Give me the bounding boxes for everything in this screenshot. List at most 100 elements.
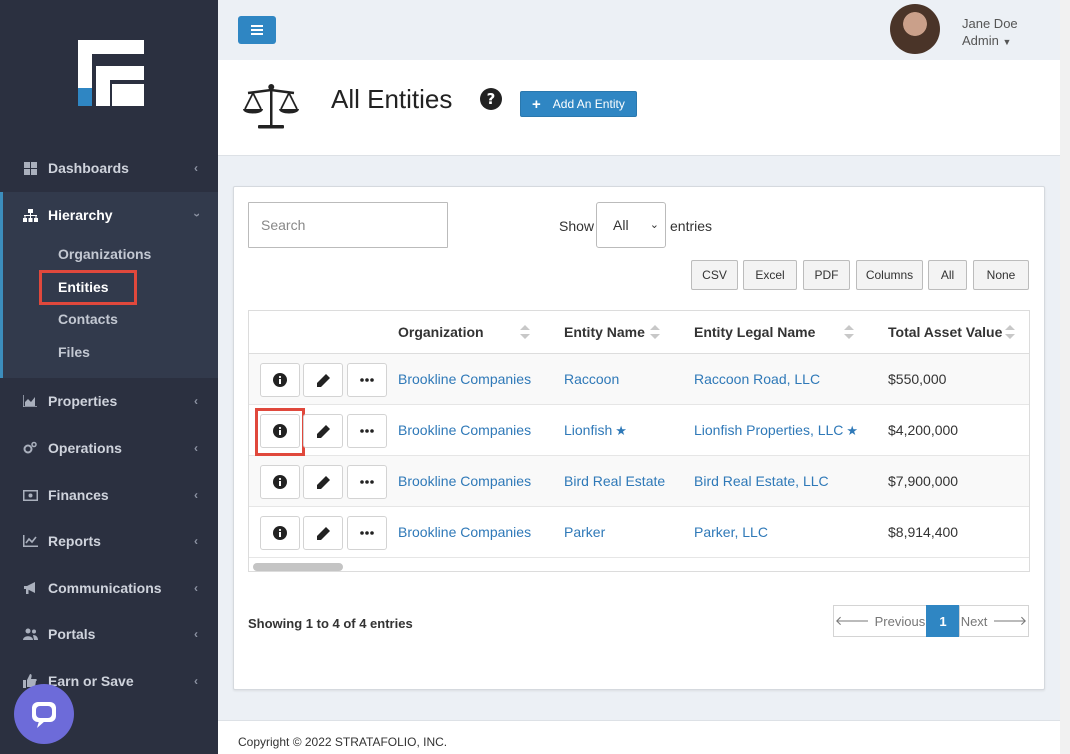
table-row: Brookline Companies Parker Parker, LLC $… xyxy=(249,507,1029,558)
page-length-select[interactable]: All ⌄ xyxy=(596,202,666,248)
more-button[interactable] xyxy=(347,465,387,499)
info-button[interactable] xyxy=(260,363,300,397)
table-row: Brookline Companies Bird Real Estate Bir… xyxy=(249,456,1029,507)
entity-legal-name-text: Lionfish Properties, LLC xyxy=(694,422,844,438)
show-none-button[interactable]: None xyxy=(973,260,1029,290)
entities-table: Organization Entity Name Entity Legal Na… xyxy=(248,310,1030,572)
pdf-button[interactable]: PDF xyxy=(803,260,850,290)
excel-button[interactable]: Excel xyxy=(743,260,797,290)
more-button[interactable] xyxy=(347,516,387,550)
total-asset-value: $7,900,000 xyxy=(888,473,959,489)
info-button[interactable] xyxy=(260,516,300,550)
users-icon xyxy=(22,626,38,642)
arrow-right-icon: 🡒 xyxy=(992,613,1028,628)
chat-icon xyxy=(32,702,56,728)
entity-name-link[interactable]: Parker xyxy=(564,524,605,540)
entity-legal-name-link[interactable]: Parker, LLC xyxy=(694,524,768,540)
question-circle-icon[interactable]: ? xyxy=(480,88,502,110)
entity-legal-name-link[interactable]: Lionfish Properties, LLC ★ xyxy=(694,422,858,439)
add-entity-label: Add An Entity xyxy=(552,97,625,111)
sort-icon xyxy=(844,325,854,339)
sidebar-subitem-files[interactable]: Files xyxy=(58,344,90,360)
edit-button[interactable] xyxy=(303,516,343,550)
search-input[interactable] xyxy=(248,202,448,248)
entries-label: entries xyxy=(670,218,713,234)
organization-link[interactable]: Brookline Companies xyxy=(398,524,531,540)
entity-name-link[interactable]: Raccoon xyxy=(564,371,619,387)
pencil-icon xyxy=(316,373,330,387)
columns-button[interactable]: Columns xyxy=(856,260,923,290)
more-button[interactable] xyxy=(347,414,387,448)
column-header-total-asset-value[interactable]: Total Asset Value xyxy=(888,324,1002,340)
sidebar-item-properties[interactable]: Properties ‹ xyxy=(0,378,218,424)
entity-name-link[interactable]: Bird Real Estate xyxy=(564,473,665,489)
entity-legal-name-link[interactable]: Bird Real Estate, LLC xyxy=(694,473,829,489)
csv-button[interactable]: CSV xyxy=(691,260,738,290)
svg-text:?: ? xyxy=(487,90,496,108)
sidebar-toggle-button[interactable] xyxy=(238,16,276,44)
organization-link[interactable]: Brookline Companies xyxy=(398,371,531,387)
sidebar-item-reports[interactable]: Reports ‹ xyxy=(0,518,218,564)
organization-link[interactable]: Brookline Companies xyxy=(398,422,531,438)
page-header: All Entities ? + Add An Entity xyxy=(218,60,1060,156)
total-asset-value: $550,000 xyxy=(888,371,947,387)
chevron-left-icon: ‹ xyxy=(194,441,198,455)
sidebar-item-communications[interactable]: Communications ‹ xyxy=(0,565,218,611)
chevron-left-icon: ‹ xyxy=(194,581,198,595)
table-horizontal-scrollbar[interactable] xyxy=(253,563,343,571)
sidebar-subitem-organizations[interactable]: Organizations xyxy=(58,246,151,262)
user-name[interactable]: Jane Doe xyxy=(962,16,1018,31)
ellipsis-icon xyxy=(360,378,374,382)
chart-area-icon xyxy=(22,393,38,409)
info-circle-icon xyxy=(273,526,287,540)
sidebar-item-dashboards[interactable]: Dashboards ‹ xyxy=(0,145,218,191)
add-entity-button[interactable]: + Add An Entity xyxy=(520,91,637,117)
entity-name-link[interactable]: Lionfish ★ xyxy=(564,422,627,439)
balance-scale-icon xyxy=(243,84,299,129)
organization-link[interactable]: Brookline Companies xyxy=(398,473,531,489)
sidebar-item-hierarchy[interactable]: Hierarchy ‹ xyxy=(0,192,218,238)
sidebar-item-label: Dashboards xyxy=(48,160,129,176)
entity-name-text: Lionfish xyxy=(564,422,613,438)
star-icon: ★ xyxy=(615,423,627,438)
previous-page-button[interactable]: 🡐 Previous xyxy=(833,605,927,637)
copyright-text: Copyright © 2022 STRATAFOLIO, INC. xyxy=(238,735,448,749)
sidebar-item-operations[interactable]: Operations ‹ xyxy=(0,425,218,471)
window-scrollbar[interactable] xyxy=(1060,0,1070,754)
sidebar-subitem-contacts[interactable]: Contacts xyxy=(58,311,118,327)
sidebar-item-label: Hierarchy xyxy=(48,207,113,223)
sidebar-item-portals[interactable]: Portals ‹ xyxy=(0,611,218,657)
more-button[interactable] xyxy=(347,363,387,397)
sidebar-item-label: Operations xyxy=(48,440,122,456)
previous-label: Previous xyxy=(874,613,926,629)
edit-button[interactable] xyxy=(303,363,343,397)
info-button[interactable] xyxy=(260,465,300,499)
page-1-button[interactable]: 1 xyxy=(926,605,960,637)
page-title: All Entities xyxy=(331,84,453,114)
user-role-label: Admin xyxy=(962,33,999,48)
star-icon: ★ xyxy=(846,423,859,438)
column-header-organization[interactable]: Organization xyxy=(398,324,484,340)
avatar[interactable] xyxy=(890,4,940,54)
entities-card: Show All⌄ entries CSV Excel PDF Columns … xyxy=(233,186,1045,690)
column-header-entity-name[interactable]: Entity Name xyxy=(564,324,645,340)
edit-button[interactable] xyxy=(303,465,343,499)
entity-legal-name-link[interactable]: Raccoon Road, LLC xyxy=(694,371,820,387)
arrow-left-icon: 🡐 xyxy=(834,613,870,628)
column-header-entity-legal-name[interactable]: Entity Legal Name xyxy=(694,324,815,340)
table-info: Showing 1 to 4 of 4 entries xyxy=(248,616,413,631)
pencil-icon xyxy=(316,475,330,489)
show-all-button[interactable]: All xyxy=(928,260,967,290)
user-role-dropdown[interactable]: Admin ▼ xyxy=(962,33,1011,48)
chevron-left-icon: ‹ xyxy=(194,534,198,548)
chevron-left-icon: ‹ xyxy=(194,488,198,502)
ellipsis-icon xyxy=(360,480,374,484)
ellipsis-icon xyxy=(360,429,374,433)
chat-widget-button[interactable] xyxy=(14,684,74,744)
total-asset-value: $4,200,000 xyxy=(888,422,959,438)
plus-icon: + xyxy=(532,95,541,113)
next-page-button[interactable]: Next 🡒 xyxy=(959,605,1029,637)
edit-button[interactable] xyxy=(303,414,343,448)
cogs-icon xyxy=(22,440,38,456)
sidebar-item-finances[interactable]: Finances ‹ xyxy=(0,472,218,518)
